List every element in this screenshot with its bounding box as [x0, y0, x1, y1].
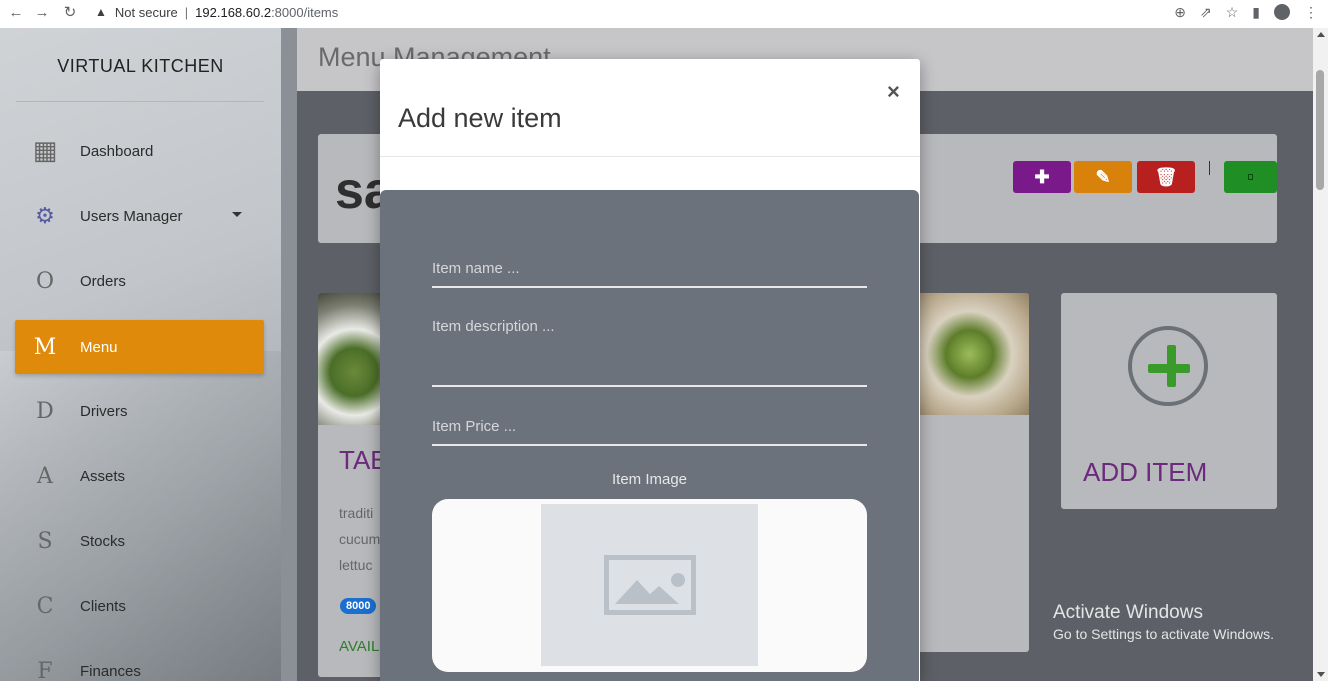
trash-icon: 🗑	[1154, 166, 1178, 187]
sidebar-item-label: Finances	[80, 662, 141, 680]
sidebar-item-finances[interactable]: F Finances	[15, 644, 264, 681]
item-description-input[interactable]	[432, 318, 867, 382]
browser-actions: ⊕ ⇗ ☆ ▮ ⋮	[1174, 0, 1318, 24]
letter-a-icon: A	[37, 463, 53, 489]
brand-title: VIRTUAL KITCHEN	[57, 56, 224, 76]
watermark-title: Activate Windows	[1053, 602, 1203, 623]
letter-o-icon: O	[35, 268, 55, 294]
add-item-card[interactable]: ADD ITEM	[1061, 293, 1277, 509]
add-circle-icon	[1128, 326, 1208, 406]
action-divider	[1209, 161, 1210, 175]
scroll-thumb[interactable]	[1316, 70, 1324, 190]
letter-c-icon: C	[36, 593, 54, 619]
sidebar-item-drivers[interactable]: D Drivers	[15, 384, 264, 438]
square-icon	[1248, 174, 1253, 180]
item-description-field-wrapper	[432, 318, 867, 387]
sidebar-item-orders[interactable]: O Orders	[15, 254, 264, 308]
letter-f-icon: F	[37, 658, 53, 681]
image-icon-mountain	[639, 586, 679, 604]
sidebar-item-clients[interactable]: C Clients	[15, 579, 264, 633]
image-icon-sun	[671, 573, 685, 587]
reload-icon[interactable]: ↻	[59, 3, 81, 21]
sidebar-item-stocks[interactable]: S Stocks	[15, 514, 264, 568]
sidebar-item-label: Clients	[80, 597, 126, 615]
sidebar-item-label: Orders	[80, 272, 126, 290]
modal-title: Add new item	[398, 103, 562, 133]
back-arrow-icon[interactable]: ←	[5, 4, 27, 21]
add-item-label: ADD ITEM	[1083, 457, 1208, 487]
dashboard-icon: ▦	[32, 136, 58, 166]
delete-button[interactable]: 🗑	[1137, 161, 1195, 193]
sidebar-item-label: Dashboard	[80, 142, 154, 160]
add-button[interactable]: ✚	[1013, 161, 1071, 193]
security-label[interactable]: Not secure	[115, 5, 178, 20]
modal-divider	[380, 156, 920, 157]
item-name-field-wrapper	[432, 260, 867, 288]
availability-status: AVAIL	[339, 638, 380, 655]
users-gear-icon: ⚙	[35, 203, 55, 229]
menu-item-description: traditi cucum lettuc	[339, 500, 380, 578]
url-path: :8000/items	[271, 4, 339, 20]
profile-avatar[interactable]	[1274, 4, 1290, 20]
green-action-button[interactable]	[1224, 161, 1277, 193]
sidebar-item-assets[interactable]: A Assets	[15, 449, 264, 503]
letter-d-icon: D	[36, 398, 54, 424]
url-separator: |	[184, 4, 189, 20]
sidebar-item-label: Users Manager	[80, 207, 183, 225]
sidebar: VIRTUAL KITCHEN ▦ Dashboard ⚙ Users Mana…	[0, 28, 281, 681]
letter-s-icon: S	[37, 528, 53, 554]
sidebar-item-users-manager[interactable]: ⚙ Users Manager	[15, 189, 264, 243]
edit-button[interactable]: ✎	[1074, 161, 1132, 193]
item-form: Item Image	[380, 190, 919, 681]
chevron-down-icon	[232, 212, 242, 217]
item-image-dropzone[interactable]	[432, 499, 867, 672]
letter-m-icon: M	[33, 334, 57, 360]
item-price-input[interactable]	[432, 418, 867, 435]
side-panel-icon[interactable]: ▮	[1252, 4, 1260, 21]
price-badge: 8000	[340, 598, 377, 614]
warning-icon[interactable]: ▲	[95, 5, 107, 19]
windows-activation-watermark: Activate Windows Go to Settings to activ…	[1053, 602, 1274, 642]
description-line: traditi	[339, 505, 374, 521]
item-image-label: Item Image	[611, 471, 688, 488]
more-menu-icon[interactable]: ⋮	[1304, 4, 1318, 21]
close-icon[interactable]: ×	[887, 79, 900, 105]
zoom-icon[interactable]: ⊕	[1174, 4, 1186, 21]
scroll-down-icon[interactable]	[1317, 672, 1325, 677]
watermark-subtitle: Go to Settings to activate Windows.	[1053, 626, 1274, 642]
edit-icon: ✎	[1095, 166, 1111, 187]
scroll-up-icon[interactable]	[1317, 32, 1325, 37]
url-host: 192.168.60.2	[195, 4, 272, 20]
sidebar-item-label: Stocks	[80, 532, 126, 550]
share-icon[interactable]: ⇗	[1200, 4, 1212, 21]
sidebar-item-label: Menu	[80, 338, 118, 356]
page-scrollbar[interactable]	[1313, 28, 1328, 681]
plus-horizontal	[1148, 364, 1190, 373]
forward-arrow-icon[interactable]: →	[31, 4, 53, 21]
add-item-modal: Add new item × Item Image	[380, 59, 920, 681]
sidebar-item-label: Drivers	[80, 402, 128, 420]
image-icon	[604, 555, 696, 615]
image-placeholder	[541, 504, 758, 666]
item-price-field-wrapper	[432, 418, 867, 446]
browser-toolbar: ← → ↻ ▲ Not secure | 192.168.60.2:8000/i…	[0, 0, 1328, 24]
brand-divider	[16, 101, 264, 102]
item-name-input[interactable]	[432, 260, 867, 277]
star-icon[interactable]: ☆	[1226, 4, 1239, 21]
address-bar[interactable]: 192.168.60.2:8000/items	[195, 5, 338, 20]
sidebar-item-dashboard[interactable]: ▦ Dashboard	[15, 124, 264, 178]
description-line: lettuc	[339, 557, 373, 573]
sidebar-item-label: Assets	[80, 467, 126, 485]
plus-icon: ✚	[1034, 166, 1050, 187]
description-line: cucum	[339, 531, 381, 547]
sidebar-item-menu[interactable]: M Menu	[15, 320, 264, 374]
